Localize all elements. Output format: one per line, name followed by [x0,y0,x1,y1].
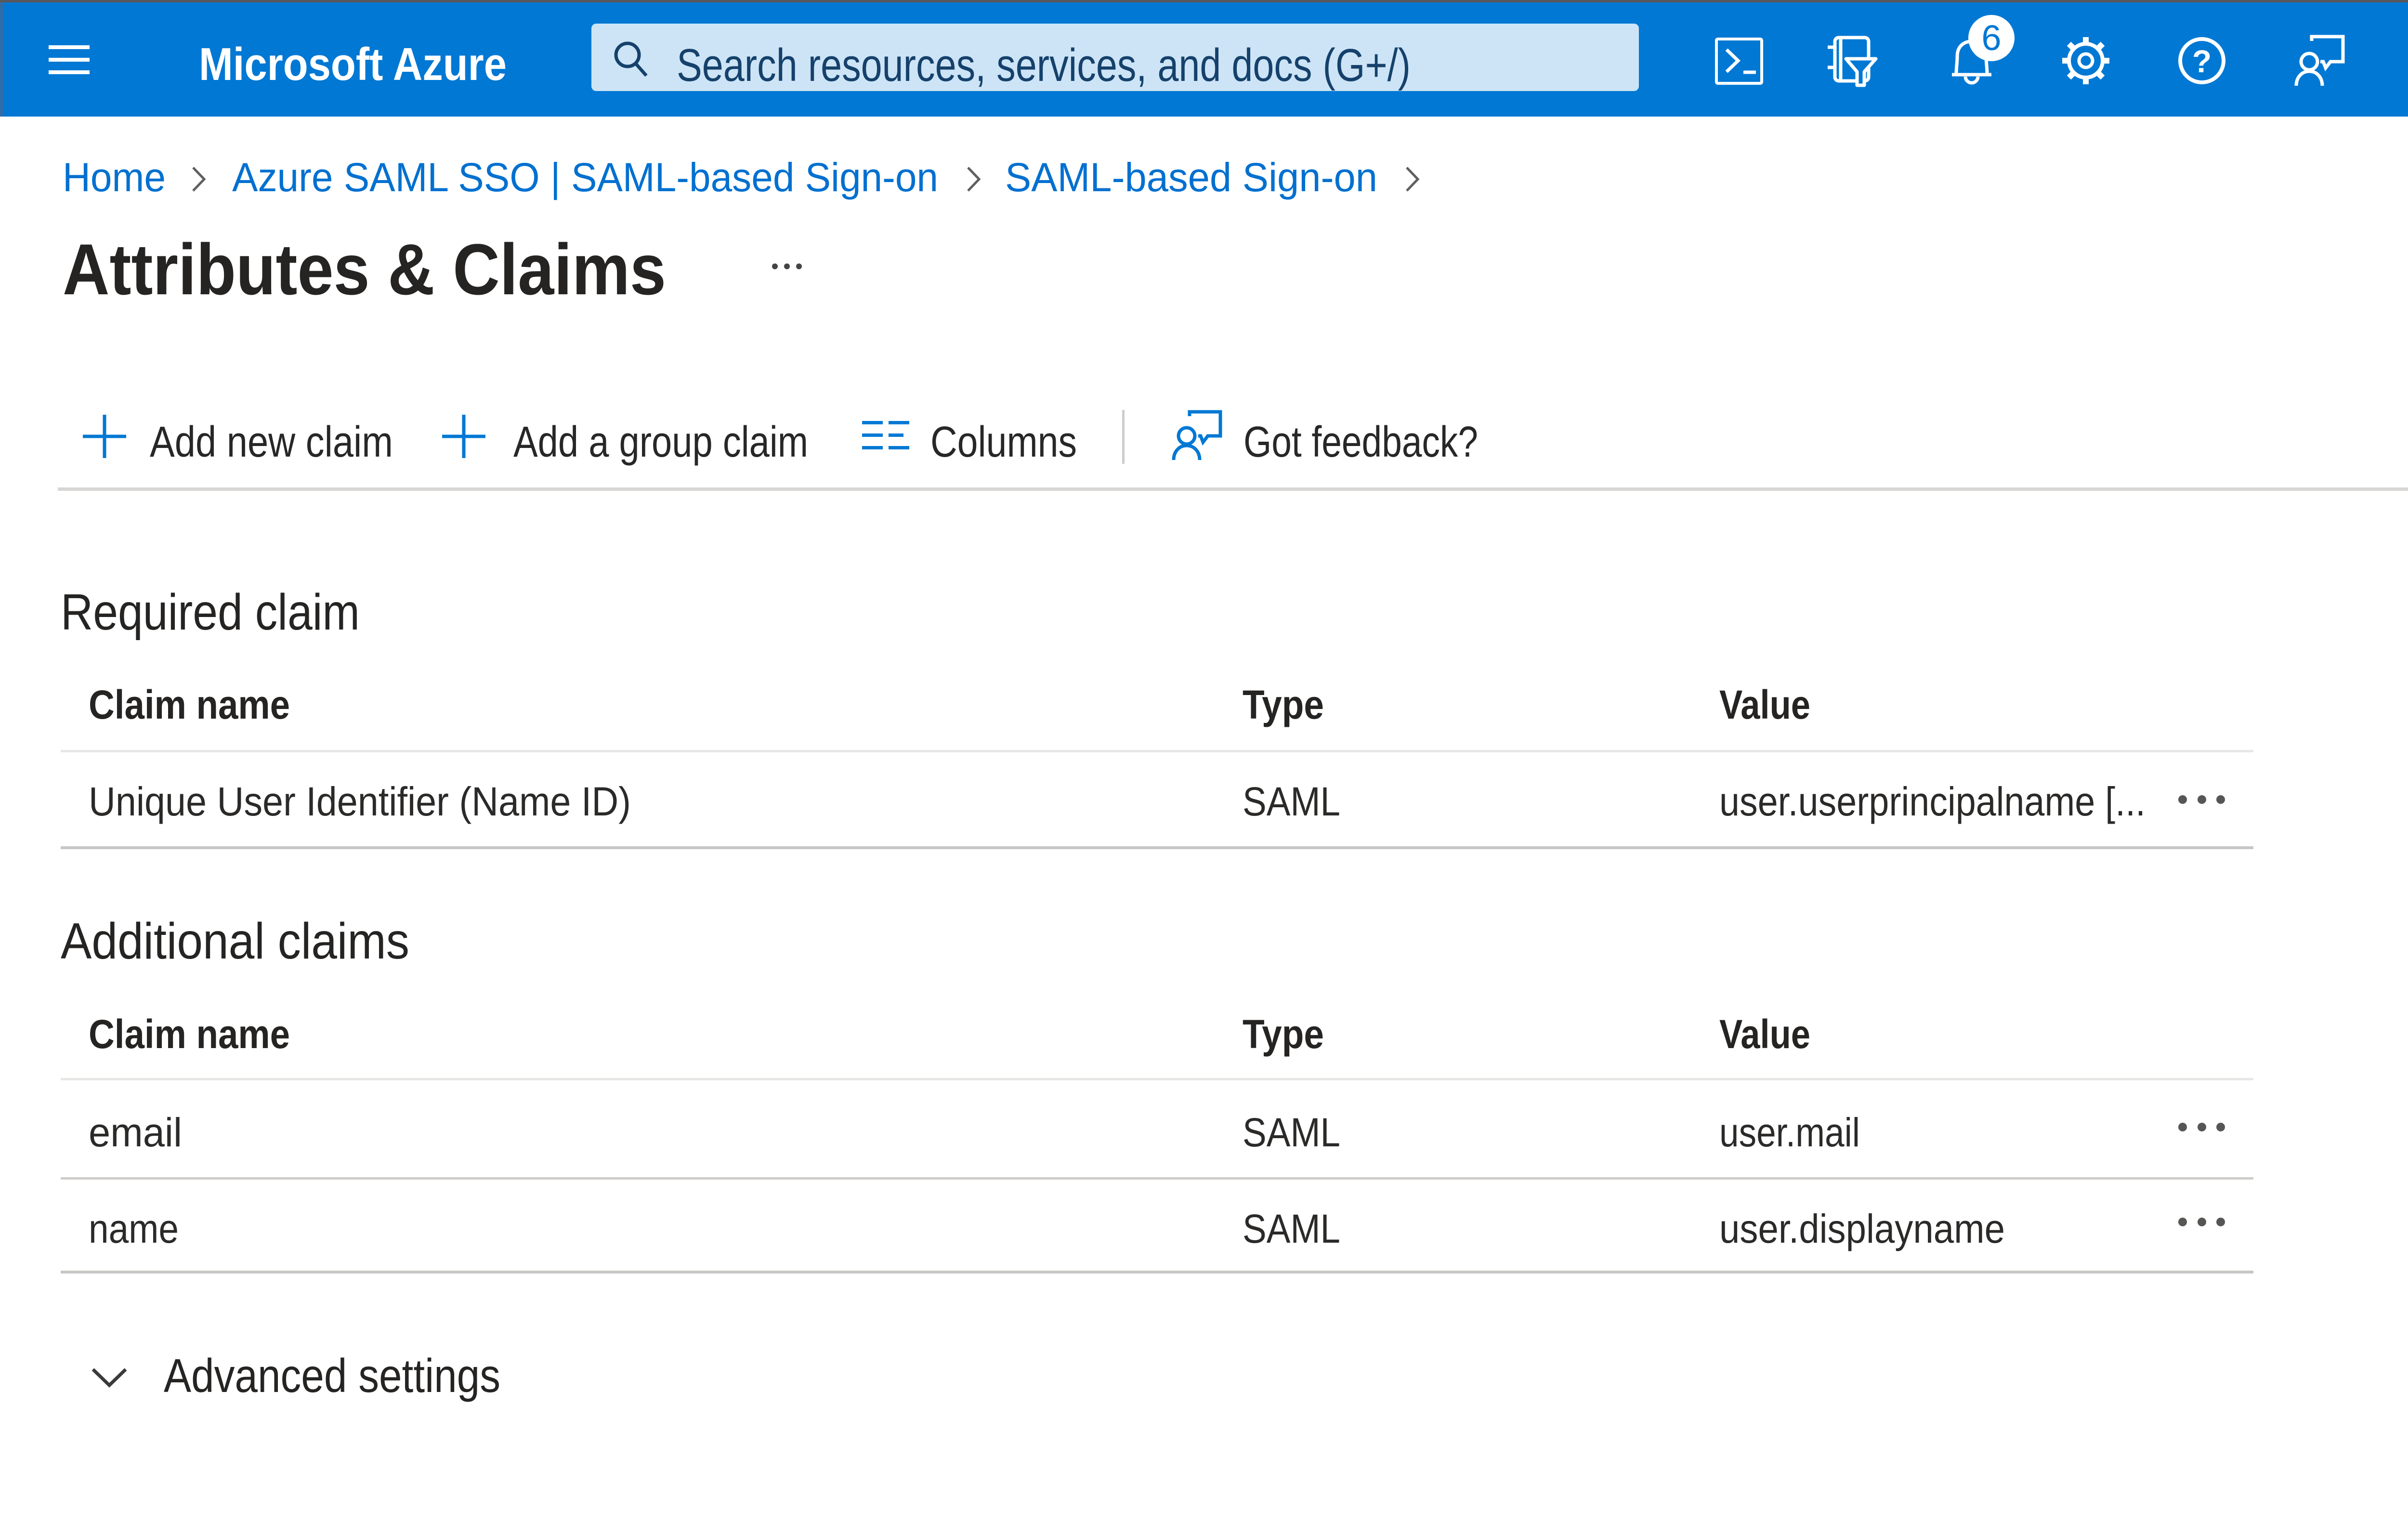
svg-text:Required claim: Required claim [61,584,360,641]
svg-text:?: ? [2192,43,2212,79]
svg-text:user.mail: user.mail [1719,1110,1860,1155]
svg-text:SAML-based Sign-on: SAML-based Sign-on [1005,155,1377,200]
svg-text:Value: Value [1719,682,1810,727]
svg-text:Attributes & Claims: Attributes & Claims [63,229,666,310]
svg-text:Type: Type [1243,1011,1324,1057]
svg-text:Search resources, services, an: Search resources, services, and docs (G+… [677,39,1411,91]
svg-text:Claim name: Claim name [89,1011,290,1057]
svg-text:6: 6 [1981,18,2001,58]
svg-text:SAML: SAML [1243,1206,1340,1251]
svg-text:Add a group claim: Add a group claim [513,418,808,466]
svg-text:Advanced settings: Advanced settings [164,1349,500,1402]
svg-text:Unique User Identifier (Name I: Unique User Identifier (Name ID) [89,779,631,824]
svg-text:Value: Value [1719,1011,1810,1057]
svg-text:user.displayname: user.displayname [1719,1206,2005,1251]
svg-text:SAML: SAML [1243,1110,1340,1155]
svg-text:name: name [89,1206,179,1251]
svg-text:Azure SAML SSO | SAML-based Si: Azure SAML SSO | SAML-based Sign-on [232,155,938,200]
svg-text:SAML: SAML [1243,779,1340,824]
svg-text:Type: Type [1243,682,1324,727]
svg-text:user.userprincipalname [...: user.userprincipalname [... [1719,779,2146,824]
svg-text:Claim name: Claim name [89,682,290,727]
svg-text:email: email [89,1110,182,1155]
svg-text:Microsoft Azure: Microsoft Azure [199,39,507,90]
svg-text:Additional claims: Additional claims [61,913,409,970]
svg-text:Add new claim: Add new claim [150,418,393,466]
svg-text:Got feedback?: Got feedback? [1243,418,1478,466]
svg-text:Columns: Columns [930,418,1077,466]
svg-text:Home: Home [63,155,166,200]
